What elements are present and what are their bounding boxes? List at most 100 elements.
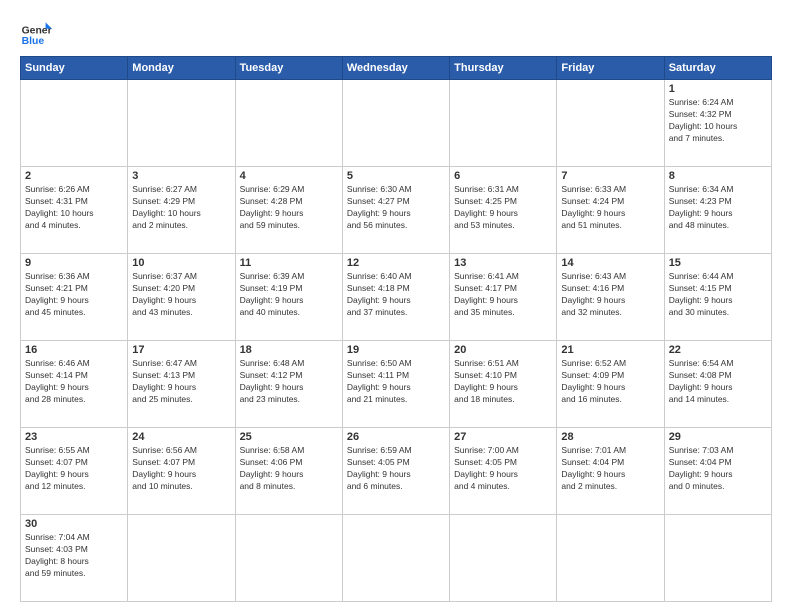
calendar-cell: 7 Sunrise: 6:33 AMSunset: 4:24 PMDaylight…	[557, 167, 664, 254]
day-number: 21	[561, 344, 659, 356]
calendar-cell: 23 Sunrise: 6:55 AMSunset: 4:07 PMDayligh…	[21, 428, 128, 515]
day-number: 9	[25, 257, 123, 269]
calendar-cell: 4 Sunrise: 6:29 AMSunset: 4:28 PMDaylight…	[235, 167, 342, 254]
calendar-cell: 1Sunrise: 6:24 AMSunset: 4:32 PMDaylight…	[664, 80, 771, 167]
day-info: Sunrise: 6:39 AMSunset: 4:19 PMDaylight:…	[240, 271, 338, 319]
calendar-cell: 25Sunrise: 6:58 AMSunset: 4:06 PMDayligh…	[235, 428, 342, 515]
day-number: 4	[240, 170, 338, 182]
calendar-cell: 9 Sunrise: 6:36 AMSunset: 4:21 PMDaylight…	[21, 254, 128, 341]
day-info: Sunrise: 7:00 AMSunset: 4:05 PMDaylight:…	[454, 445, 552, 493]
calendar-cell: 3Sunrise: 6:27 AMSunset: 4:29 PMDaylight…	[128, 167, 235, 254]
calendar-cell: 13 Sunrise: 6:41 AMSunset: 4:17 PMDayligh…	[450, 254, 557, 341]
calendar-cell	[450, 515, 557, 602]
day-number: 17	[132, 344, 230, 356]
calendar-cell: 14Sunrise: 6:43 AMSunset: 4:16 PMDayligh…	[557, 254, 664, 341]
calendar-week-1: 1Sunrise: 6:24 AMSunset: 4:32 PMDaylight…	[21, 80, 772, 167]
day-info: Sunrise: 6:56 AMSunset: 4:07 PMDaylight:…	[132, 445, 230, 493]
weekday-header-friday: Friday	[557, 57, 664, 80]
day-number: 8	[669, 170, 767, 182]
day-info: Sunrise: 6:30 AMSunset: 4:27 PMDaylight:…	[347, 184, 445, 232]
day-info: Sunrise: 6:51 AMSunset: 4:10 PMDaylight:…	[454, 358, 552, 406]
header: General Blue	[20, 16, 772, 48]
calendar-cell: 17 Sunrise: 6:47 AMSunset: 4:13 PMDayligh…	[128, 341, 235, 428]
weekday-header-row: SundayMondayTuesdayWednesdayThursdayFrid…	[21, 57, 772, 80]
calendar-cell: 19 Sunrise: 6:50 AMSunset: 4:11 PMDayligh…	[342, 341, 449, 428]
day-number: 19	[347, 344, 445, 356]
day-info: Sunrise: 6:24 AMSunset: 4:32 PMDaylight:…	[669, 97, 767, 145]
day-info: Sunrise: 6:36 AMSunset: 4:21 PMDaylight:…	[25, 271, 123, 319]
logo: General Blue	[20, 16, 52, 48]
calendar-cell	[128, 515, 235, 602]
day-info: Sunrise: 6:29 AMSunset: 4:28 PMDaylight:…	[240, 184, 338, 232]
calendar-table: SundayMondayTuesdayWednesdayThursdayFrid…	[20, 56, 772, 602]
day-info: Sunrise: 6:43 AMSunset: 4:16 PMDaylight:…	[561, 271, 659, 319]
day-number: 16	[25, 344, 123, 356]
calendar-cell	[235, 80, 342, 167]
day-info: Sunrise: 6:44 AMSunset: 4:15 PMDaylight:…	[669, 271, 767, 319]
calendar-cell	[450, 80, 557, 167]
svg-text:Blue: Blue	[22, 36, 45, 47]
day-number: 2	[25, 170, 123, 182]
calendar-cell: 28 Sunrise: 7:01 AMSunset: 4:04 PMDayligh…	[557, 428, 664, 515]
calendar-cell: 8 Sunrise: 6:34 AMSunset: 4:23 PMDaylight…	[664, 167, 771, 254]
day-info: Sunrise: 7:01 AMSunset: 4:04 PMDaylight:…	[561, 445, 659, 493]
calendar-cell	[557, 80, 664, 167]
calendar-week-4: 16 Sunrise: 6:46 AMSunset: 4:14 PMDayligh…	[21, 341, 772, 428]
calendar-cell: 16 Sunrise: 6:46 AMSunset: 4:14 PMDayligh…	[21, 341, 128, 428]
day-number: 24	[132, 431, 230, 443]
day-info: Sunrise: 6:34 AMSunset: 4:23 PMDaylight:…	[669, 184, 767, 232]
day-info: Sunrise: 6:52 AMSunset: 4:09 PMDaylight:…	[561, 358, 659, 406]
day-info: Sunrise: 6:26 AMSunset: 4:31 PMDaylight:…	[25, 184, 123, 232]
calendar-cell: 26Sunrise: 6:59 AMSunset: 4:05 PMDayligh…	[342, 428, 449, 515]
calendar-cell: 18 Sunrise: 6:48 AMSunset: 4:12 PMDayligh…	[235, 341, 342, 428]
day-info: Sunrise: 6:40 AMSunset: 4:18 PMDaylight:…	[347, 271, 445, 319]
calendar-cell	[128, 80, 235, 167]
day-info: Sunrise: 6:48 AMSunset: 4:12 PMDaylight:…	[240, 358, 338, 406]
calendar-week-3: 9 Sunrise: 6:36 AMSunset: 4:21 PMDaylight…	[21, 254, 772, 341]
day-number: 5	[347, 170, 445, 182]
day-info: Sunrise: 6:55 AMSunset: 4:07 PMDaylight:…	[25, 445, 123, 493]
day-info: Sunrise: 6:27 AMSunset: 4:29 PMDaylight:…	[132, 184, 230, 232]
day-number: 11	[240, 257, 338, 269]
day-info: Sunrise: 6:50 AMSunset: 4:11 PMDaylight:…	[347, 358, 445, 406]
day-number: 28	[561, 431, 659, 443]
calendar-week-2: 2 Sunrise: 6:26 AMSunset: 4:31 PMDaylight…	[21, 167, 772, 254]
weekday-header-tuesday: Tuesday	[235, 57, 342, 80]
day-info: Sunrise: 6:33 AMSunset: 4:24 PMDaylight:…	[561, 184, 659, 232]
day-info: Sunrise: 6:58 AMSunset: 4:06 PMDaylight:…	[240, 445, 338, 493]
day-info: Sunrise: 6:46 AMSunset: 4:14 PMDaylight:…	[25, 358, 123, 406]
day-number: 23	[25, 431, 123, 443]
day-number: 30	[25, 518, 123, 530]
calendar-cell: 20Sunrise: 6:51 AMSunset: 4:10 PMDayligh…	[450, 341, 557, 428]
day-info: Sunrise: 6:54 AMSunset: 4:08 PMDaylight:…	[669, 358, 767, 406]
page: General Blue SundayMondayTuesdayWednesda…	[0, 0, 792, 612]
calendar-cell: 5 Sunrise: 6:30 AMSunset: 4:27 PMDaylight…	[342, 167, 449, 254]
calendar-cell: 29Sunrise: 7:03 AMSunset: 4:04 PMDayligh…	[664, 428, 771, 515]
day-info: Sunrise: 6:31 AMSunset: 4:25 PMDaylight:…	[454, 184, 552, 232]
calendar-cell: 22 Sunrise: 6:54 AMSunset: 4:08 PMDayligh…	[664, 341, 771, 428]
calendar-week-6: 30Sunrise: 7:04 AMSunset: 4:03 PMDayligh…	[21, 515, 772, 602]
day-number: 12	[347, 257, 445, 269]
day-info: Sunrise: 7:03 AMSunset: 4:04 PMDaylight:…	[669, 445, 767, 493]
weekday-header-monday: Monday	[128, 57, 235, 80]
generalblue-logo-icon: General Blue	[20, 16, 52, 48]
calendar-cell: 30Sunrise: 7:04 AMSunset: 4:03 PMDayligh…	[21, 515, 128, 602]
day-info: Sunrise: 6:47 AMSunset: 4:13 PMDaylight:…	[132, 358, 230, 406]
day-info: Sunrise: 6:37 AMSunset: 4:20 PMDaylight:…	[132, 271, 230, 319]
calendar-cell: 10 Sunrise: 6:37 AMSunset: 4:20 PMDayligh…	[128, 254, 235, 341]
calendar-cell	[235, 515, 342, 602]
calendar-cell: 2 Sunrise: 6:26 AMSunset: 4:31 PMDaylight…	[21, 167, 128, 254]
day-number: 7	[561, 170, 659, 182]
calendar-cell: 21 Sunrise: 6:52 AMSunset: 4:09 PMDayligh…	[557, 341, 664, 428]
calendar-cell: 24 Sunrise: 6:56 AMSunset: 4:07 PMDayligh…	[128, 428, 235, 515]
calendar-cell: 27Sunrise: 7:00 AMSunset: 4:05 PMDayligh…	[450, 428, 557, 515]
day-number: 26	[347, 431, 445, 443]
calendar-cell	[557, 515, 664, 602]
calendar-cell: 6Sunrise: 6:31 AMSunset: 4:25 PMDaylight…	[450, 167, 557, 254]
day-number: 10	[132, 257, 230, 269]
calendar-cell: 15Sunrise: 6:44 AMSunset: 4:15 PMDayligh…	[664, 254, 771, 341]
day-number: 18	[240, 344, 338, 356]
day-number: 13	[454, 257, 552, 269]
day-info: Sunrise: 6:41 AMSunset: 4:17 PMDaylight:…	[454, 271, 552, 319]
day-number: 22	[669, 344, 767, 356]
